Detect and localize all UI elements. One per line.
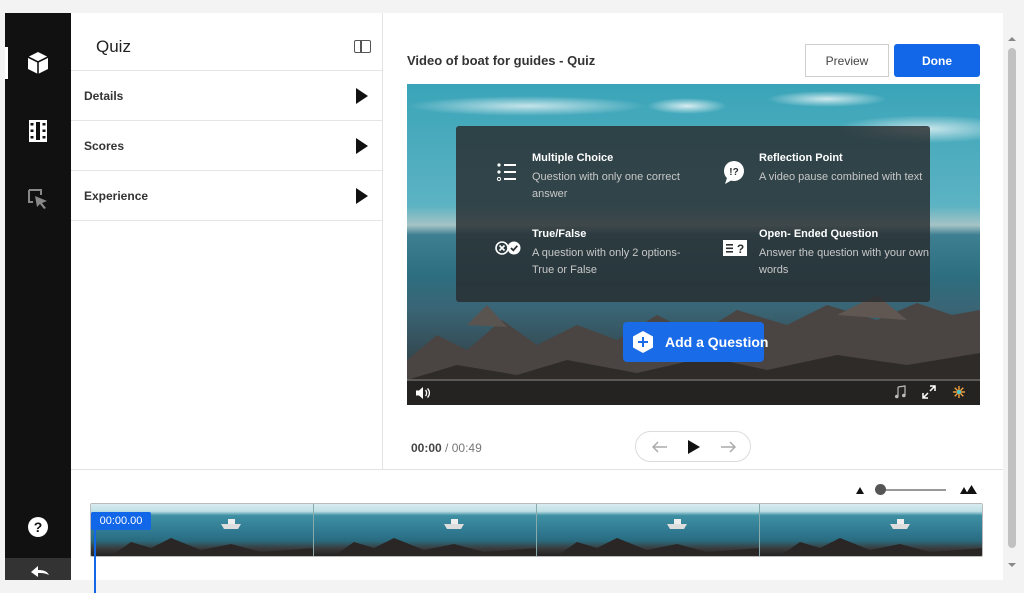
boat-frame — [334, 519, 536, 556]
playback-nav — [635, 431, 751, 462]
left-rail: ? — [5, 13, 71, 580]
add-hexagon-icon — [633, 331, 653, 353]
preview-button[interactable]: Preview — [805, 44, 889, 77]
rail-cursor-button[interactable] — [5, 175, 71, 223]
scroll-up-icon[interactable] — [1005, 34, 1019, 44]
play-icon[interactable] — [687, 439, 701, 455]
question-type-title: True/False — [532, 228, 587, 240]
quiz-settings-panel: Quiz Details Scores Experience — [71, 13, 383, 469]
timeline-thumbnail — [314, 504, 537, 556]
back-arrow-icon — [31, 566, 49, 577]
video-progress-bar[interactable] — [407, 379, 980, 381]
expand-arrow-icon — [356, 88, 368, 104]
rail-help-button[interactable]: ? — [5, 503, 71, 551]
question-type-title: Multiple Choice — [532, 152, 614, 164]
music-icon[interactable] — [894, 385, 906, 399]
section-label: Scores — [84, 139, 125, 153]
zoom-in-icon[interactable] — [960, 485, 978, 495]
svg-text:?: ? — [737, 242, 744, 256]
boat-frame — [780, 519, 982, 556]
app-window: ? Quiz Details Scores Experience Video o… — [5, 13, 1003, 593]
zoom-slider-handle[interactable] — [875, 484, 886, 495]
question-type-description: Question with only one correct answer — [532, 171, 680, 200]
svg-text:?: ? — [34, 519, 43, 535]
question-type-title: Reflection Point — [759, 152, 843, 164]
zoom-out-icon[interactable] — [855, 485, 865, 495]
question-type-description: A question with only 2 options- True or … — [532, 247, 681, 276]
timeline-thumbnail — [537, 504, 760, 556]
current-time: 00:00 — [411, 441, 442, 455]
done-button[interactable]: Done — [894, 44, 980, 77]
scroll-down-icon[interactable] — [1005, 560, 1019, 570]
panel-header: Quiz — [71, 13, 382, 71]
cube-icon — [27, 52, 49, 74]
timeline-divider — [71, 469, 1003, 470]
cursor-select-icon — [28, 189, 47, 209]
svg-text:!?: !? — [729, 167, 738, 178]
open-ended-icon: ? — [723, 240, 747, 256]
question-type-title: Open- Ended Question — [759, 228, 879, 240]
fullscreen-icon[interactable] — [922, 385, 936, 399]
next-arrow-icon[interactable] — [720, 441, 736, 453]
duration: 00:49 — [451, 441, 482, 455]
help-icon: ? — [28, 517, 48, 537]
panel-title: Quiz — [96, 37, 131, 56]
volume-icon[interactable] — [415, 386, 431, 400]
add-question-button[interactable]: Add a Question — [623, 322, 768, 362]
question-type-menu: Multiple Choice Question with only one c… — [456, 126, 930, 302]
timeline-zoom-control — [855, 483, 980, 497]
question-type-description: A video pause combined with text — [759, 171, 923, 183]
reflection-icon: !? — [724, 161, 744, 184]
rail-cube-button[interactable] — [5, 39, 71, 87]
film-icon — [29, 120, 47, 142]
rail-back-button[interactable] — [5, 558, 71, 580]
true-false-icon — [495, 241, 521, 255]
playhead-timestamp: 00:00.00 — [91, 512, 151, 530]
timeline-track[interactable] — [90, 503, 983, 557]
timeline-playhead[interactable] — [94, 530, 96, 593]
page-scrollbar[interactable] — [1005, 28, 1019, 580]
section-label: Details — [84, 89, 124, 103]
video-control-bar — [407, 379, 980, 405]
section-label: Experience — [84, 189, 149, 203]
timeline-thumbnail — [760, 504, 982, 556]
panel-collapse-icon[interactable] — [354, 40, 371, 53]
expand-arrow-icon — [356, 188, 368, 204]
zoom-slider-track[interactable] — [880, 489, 946, 491]
video-title: Video of boat for guides - Quiz — [407, 53, 596, 68]
list-icon — [496, 163, 516, 182]
time-separator: / — [445, 441, 449, 455]
video-player[interactable]: Multiple Choice Question with only one c… — [407, 84, 980, 405]
section-details[interactable]: Details — [71, 71, 382, 121]
time-display: 00:00 / 00:49 — [411, 441, 482, 455]
rail-film-button[interactable] — [5, 107, 71, 155]
scrollbar-thumb[interactable] — [1008, 48, 1016, 548]
settings-spark-icon[interactable] — [952, 385, 966, 399]
section-experience[interactable]: Experience — [71, 171, 382, 221]
section-scores[interactable]: Scores — [71, 121, 382, 171]
question-type-description: Answer the question with your own words — [759, 247, 929, 276]
boat-frame — [557, 519, 759, 556]
expand-arrow-icon — [356, 138, 368, 154]
add-question-label: Add a Question — [665, 334, 769, 350]
previous-arrow-icon[interactable] — [652, 441, 668, 453]
